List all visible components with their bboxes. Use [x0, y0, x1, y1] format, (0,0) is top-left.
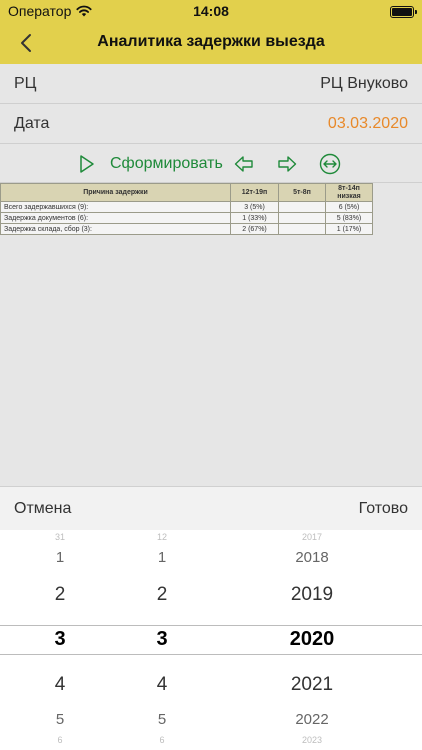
day-option: 6 — [57, 735, 63, 745]
carrier: Оператор — [8, 3, 92, 19]
table-cell: 6 (5%) — [325, 201, 373, 213]
navigation-bar: Аналитика задержки выезда — [0, 22, 422, 64]
table-cell — [278, 223, 326, 235]
fit-width-button[interactable] — [319, 152, 341, 176]
report-toolbar: Сформировать — [0, 145, 422, 183]
battery-icon — [390, 6, 417, 18]
day-option: 31 — [54, 532, 65, 542]
table-cell: 2 (67%) — [230, 223, 279, 235]
previous-button[interactable] — [234, 152, 254, 176]
table-row: Всего задержавшихся (9): 3 (5%) 6 (5%) — [0, 201, 373, 213]
day-option: 2 — [54, 584, 66, 605]
arrow-left-icon — [234, 156, 253, 172]
picker-toolbar: Отмена Готово — [0, 486, 422, 530]
table-cell: Всего задержавшихся (9): — [0, 201, 231, 213]
table-cell — [278, 212, 326, 224]
back-button[interactable] — [10, 27, 42, 59]
month-option: 5 — [157, 711, 167, 728]
chevron-left-icon — [21, 34, 31, 52]
month-option: 4 — [156, 674, 168, 695]
date-row[interactable]: Дата 03.03.2020 — [0, 104, 422, 144]
table-cell: 5 (83%) — [325, 212, 373, 224]
column-header-8t-14p: 8т-14п низкая — [325, 183, 373, 202]
day-option: 1 — [55, 549, 65, 566]
rc-value: РЦ Внуково — [320, 75, 408, 92]
year-option: 2022 — [295, 711, 329, 728]
table-cell: 1 (17%) — [325, 223, 373, 235]
date-picker: 31 1 2 3 4 5 6 12 1 2 3 4 5 6 2017 2018 … — [0, 530, 422, 750]
year-option: 2021 — [290, 674, 334, 695]
day-option: 5 — [55, 711, 65, 728]
cancel-button[interactable]: Отмена — [14, 500, 71, 518]
column-header-12t-19p: 12т-19п — [230, 183, 279, 202]
day-wheel[interactable]: 31 1 2 3 4 5 6 — [20, 530, 100, 750]
date-label: Дата — [14, 115, 50, 132]
month-option-selected: 3 — [156, 628, 168, 650]
month-option: 6 — [159, 735, 165, 745]
arrow-right-icon — [278, 156, 297, 172]
table-row: Задержка документов (6): 1 (33%) 5 (83%) — [0, 212, 373, 224]
expand-horizontal-icon — [319, 153, 341, 175]
month-option: 1 — [157, 549, 167, 566]
month-option: 12 — [156, 532, 167, 542]
table-cell: 3 (5%) — [230, 201, 279, 213]
wifi-icon — [76, 5, 92, 17]
year-option: 2017 — [301, 532, 323, 542]
table-cell: Задержка документов (6): — [0, 212, 231, 224]
generate-button[interactable]: Сформировать — [78, 152, 223, 176]
year-option: 2018 — [295, 549, 329, 566]
year-option-selected: 2020 — [289, 628, 335, 650]
date-value: 03.03.2020 — [327, 115, 408, 132]
carrier-label: Оператор — [8, 3, 72, 19]
month-option: 2 — [156, 584, 168, 605]
play-icon — [80, 155, 94, 173]
year-wheel[interactable]: 2017 2018 2019 2020 2021 2022 2023 — [252, 530, 372, 750]
rc-row[interactable]: РЦ РЦ Внуково — [0, 64, 422, 104]
month-wheel[interactable]: 12 1 2 3 4 5 6 — [122, 530, 202, 750]
generate-label: Сформировать — [110, 155, 223, 172]
report-table: Причина задержки 12т-19п 5т-8п 8т-14п ни… — [0, 183, 373, 235]
year-option: 2019 — [290, 584, 334, 605]
table-cell: Задержка склада, сбор (3): — [0, 223, 231, 235]
day-option: 4 — [54, 674, 66, 695]
status-bar: Оператор 14:08 — [0, 0, 422, 22]
page-title: Аналитика задержки выезда — [97, 33, 325, 50]
table-cell: 1 (33%) — [230, 212, 279, 224]
done-button[interactable]: Готово — [359, 500, 408, 518]
rc-label: РЦ — [14, 75, 37, 92]
column-header-reason: Причина задержки — [0, 183, 231, 202]
table-header-row: Причина задержки 12т-19п 5т-8п 8т-14п ни… — [0, 183, 373, 202]
table-row: Задержка склада, сбор (3): 2 (67%) 1 (17… — [0, 223, 373, 235]
day-option-selected: 3 — [54, 628, 66, 650]
next-button[interactable] — [277, 152, 297, 176]
column-header-5t-8p: 5т-8п — [278, 183, 326, 202]
table-cell — [278, 201, 326, 213]
top-bar: Оператор 14:08 Аналитика задержки выезда — [0, 0, 422, 64]
year-option: 2023 — [301, 735, 323, 745]
